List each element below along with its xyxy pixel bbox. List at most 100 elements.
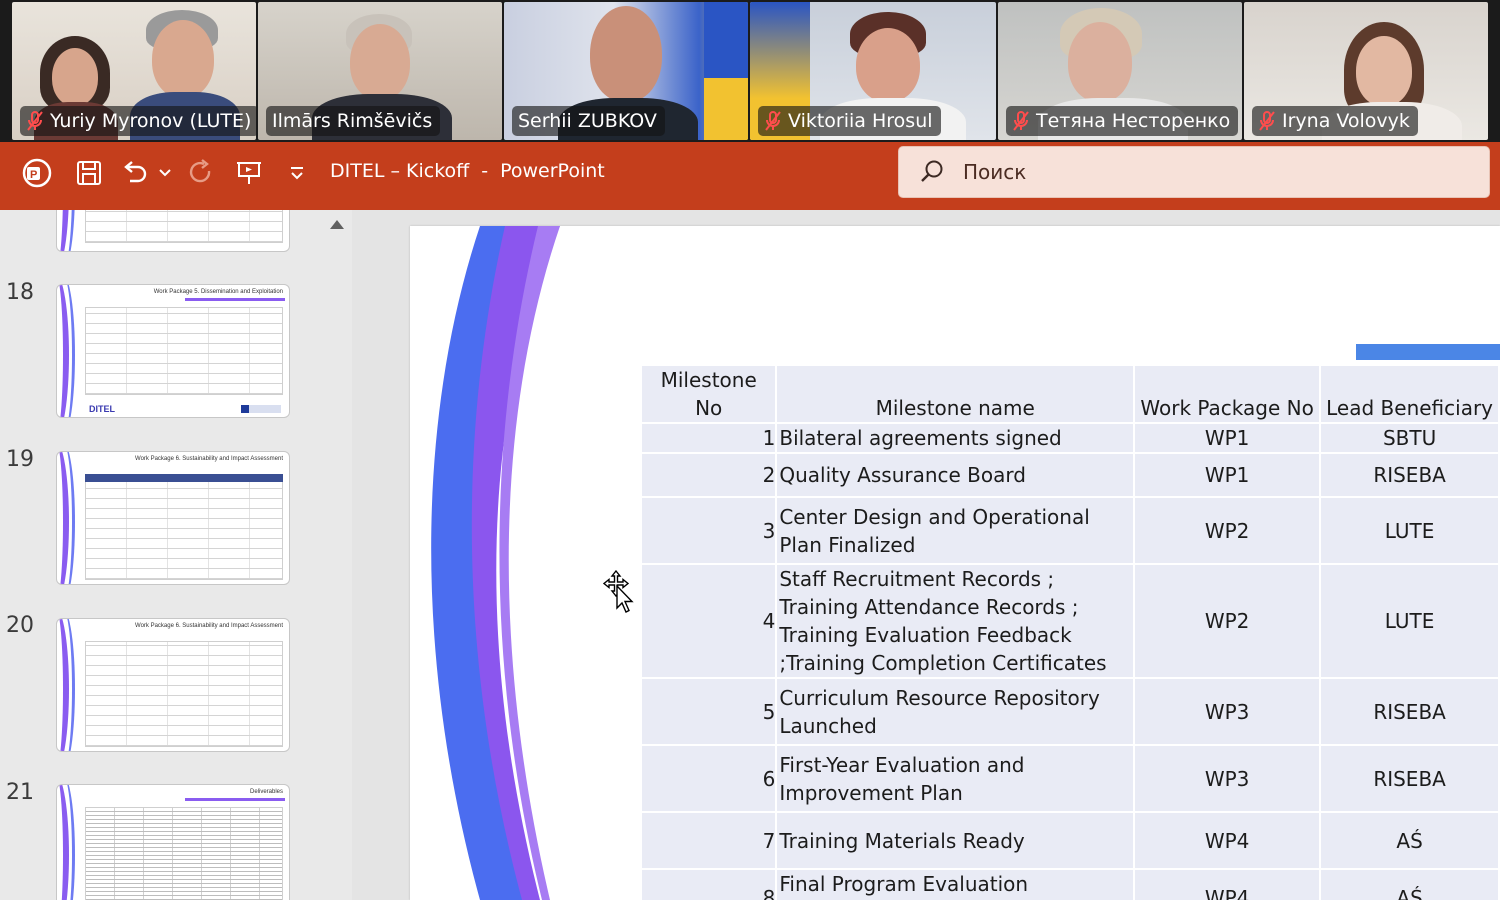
milestone-name[interactable]: Center Design and Operational Plan Final… xyxy=(775,496,1136,565)
lead-beneficiary[interactable]: SBTU xyxy=(1319,422,1500,454)
participant-tile-2[interactable]: Ilmārs Rimšēvičs xyxy=(258,2,502,140)
milestone-no[interactable]: 5 xyxy=(639,677,778,746)
slide-thumbnail-20[interactable]: Work Package 6. Sustainability and Impac… xyxy=(56,618,290,752)
mic-muted-icon xyxy=(26,110,44,132)
lead-beneficiary[interactable]: LUTE xyxy=(1319,496,1500,565)
document-title: DITEL – Kickoff - PowerPoint xyxy=(330,160,617,182)
table-row: 6 First-Year Evaluation and Improvement … xyxy=(639,744,1500,813)
current-slide[interactable]: Milestone No Milestone name Work Package… xyxy=(410,226,1500,900)
milestone-no[interactable]: 8 xyxy=(639,868,778,900)
title-separator: - xyxy=(481,160,489,182)
lead-beneficiary[interactable]: RISEBA xyxy=(1319,677,1500,746)
table-row: 5 Curriculum Resource Repository Launche… xyxy=(639,677,1500,746)
milestone-no[interactable]: 2 xyxy=(639,452,778,498)
slide-thumbnail-21[interactable]: Deliverables xyxy=(56,784,290,900)
undo-icon[interactable] xyxy=(118,156,152,190)
participant-name: Тетяна Несторенко xyxy=(1036,110,1231,132)
table-header: Work Package No xyxy=(1133,364,1322,424)
milestone-name[interactable]: Training Materials Ready xyxy=(775,811,1136,870)
table-row: 7 Training Materials Ready WP4 AŚ xyxy=(639,811,1500,870)
slide-thumbnail-17[interactable] xyxy=(56,210,290,252)
milestone-no[interactable]: 4 xyxy=(639,563,778,679)
redo-icon[interactable] xyxy=(184,156,218,190)
slide-editing-area[interactable]: Milestone No Milestone name Work Package… xyxy=(352,210,1500,900)
milestone-name[interactable]: Final Program Evaluation Completed xyxy=(775,868,1136,900)
participant-name: Ilmārs Rimšēvičs xyxy=(272,110,433,132)
table-header: Milestone No xyxy=(639,364,778,424)
lead-beneficiary[interactable]: RISEBA xyxy=(1319,452,1500,498)
work-package-no[interactable]: WP2 xyxy=(1133,496,1322,565)
eu-cofunded-logo xyxy=(241,405,281,413)
work-package-no[interactable]: WP1 xyxy=(1133,422,1322,454)
table-header: Milestone name xyxy=(775,364,1136,424)
thumbnails-scrollbar[interactable] xyxy=(322,210,352,900)
participant-name-tag: Тетяна Несторенко xyxy=(1006,106,1239,136)
participant-name: Serhii ZUBKOV xyxy=(518,110,657,132)
participant-tile-active-speaker[interactable]: Serhii ZUBKOV xyxy=(504,2,748,140)
move-cursor-icon xyxy=(602,570,634,613)
lead-beneficiary[interactable]: LUTE xyxy=(1319,563,1500,679)
work-package-no[interactable]: WP3 xyxy=(1133,744,1322,813)
milestone-no[interactable]: 7 xyxy=(639,811,778,870)
work-package-no[interactable]: WP2 xyxy=(1133,563,1322,679)
participant-name: Viktoriia Hrosul xyxy=(788,110,933,132)
milestone-no[interactable]: 6 xyxy=(639,744,778,813)
work-package-no[interactable]: WP4 xyxy=(1133,811,1322,870)
table-row: 3 Center Design and Operational Plan Fin… xyxy=(639,496,1500,565)
ditel-logo: DITEL xyxy=(89,404,115,414)
search-icon xyxy=(921,160,943,182)
lead-beneficiary[interactable]: AŚ xyxy=(1319,868,1500,900)
milestone-no[interactable]: 3 xyxy=(639,496,778,565)
search-box[interactable]: Поиск xyxy=(898,146,1490,198)
thumbnail-title: Work Package 6. Sustainability and Impac… xyxy=(135,456,283,462)
customize-toolbar-icon[interactable] xyxy=(280,156,314,190)
app-name: PowerPoint xyxy=(500,160,605,182)
search-placeholder: Поиск xyxy=(963,160,1027,184)
slide-number: 20 xyxy=(6,613,34,638)
thumbnail-title: Work Package 5. Dissemination and Exploi… xyxy=(153,289,283,295)
slide-decorative-swoosh xyxy=(431,226,560,900)
scroll-up-arrow-icon[interactable] xyxy=(330,220,344,229)
table-row: 4 Staff Recruitment Records ; Training A… xyxy=(639,563,1500,679)
milestone-name[interactable]: Curriculum Resource Repository Launched xyxy=(775,677,1136,746)
slide-thumbnails-panel[interactable]: 18 Work Package 5. Dissemination and Exp… xyxy=(0,210,352,900)
lead-beneficiary[interactable]: AŚ xyxy=(1319,811,1500,870)
milestone-name[interactable]: First-Year Evaluation and Improvement Pl… xyxy=(775,744,1136,813)
slide-number: 18 xyxy=(6,280,34,305)
work-package-no[interactable]: WP3 xyxy=(1133,677,1322,746)
participant-name-tag: Ilmārs Rimšēvičs xyxy=(266,106,441,136)
work-package-no[interactable]: WP1 xyxy=(1133,452,1322,498)
thumbnail-title: Deliverables xyxy=(249,789,283,795)
table-header: Lead Beneficiary xyxy=(1319,364,1500,424)
work-package-no[interactable]: WP4 xyxy=(1133,868,1322,900)
participant-tile-6[interactable]: Iryna Volovyk xyxy=(1244,2,1488,140)
svg-text:P: P xyxy=(30,169,37,181)
video-participants-strip: Yuriy Myronov (LUTE) Ilmārs Rimšēvičs Se… xyxy=(0,0,1500,142)
undo-dropdown-chevron-icon[interactable] xyxy=(150,156,180,190)
participant-name: Yuriy Myronov (LUTE) xyxy=(50,110,252,132)
slide-thumbnail-19[interactable]: Work Package 6. Sustainability and Impac… xyxy=(56,451,290,585)
participant-tile-1[interactable]: Yuriy Myronov (LUTE) xyxy=(12,2,256,140)
milestone-name[interactable]: Bilateral agreements signed xyxy=(775,422,1136,454)
participant-name-tag: Viktoriia Hrosul xyxy=(758,106,941,136)
participant-tile-4[interactable]: Viktoriia Hrosul xyxy=(750,2,996,140)
slide-thumbnail-18[interactable]: Work Package 5. Dissemination and Exploi… xyxy=(56,284,290,418)
save-icon[interactable] xyxy=(72,156,106,190)
milestone-name[interactable]: Staff Recruitment Records ; Training Att… xyxy=(775,563,1136,679)
participant-tile-5[interactable]: Тетяна Несторенко xyxy=(998,2,1242,140)
table-row: 8 Final Program Evaluation Completed WP4… xyxy=(639,868,1500,900)
lead-beneficiary[interactable]: RISEBA xyxy=(1319,744,1500,813)
presentation-mode-icon[interactable] xyxy=(232,156,266,190)
participant-name-tag: Yuriy Myronov (LUTE) xyxy=(20,106,256,136)
slide-number: 19 xyxy=(6,447,34,472)
participant-name-tag: Serhii ZUBKOV xyxy=(512,106,665,136)
milestone-name[interactable]: Quality Assurance Board xyxy=(775,452,1136,498)
milestone-no[interactable]: 1 xyxy=(639,422,778,454)
table-row: 1 Bilateral agreements signed WP1 SBTU xyxy=(639,422,1500,454)
slide-accent-bar xyxy=(1356,344,1500,360)
milestones-table[interactable]: Milestone No Milestone name Work Package… xyxy=(639,364,1500,900)
table-row: 2 Quality Assurance Board WP1 RISEBA xyxy=(639,452,1500,498)
mic-muted-icon xyxy=(1012,110,1030,132)
mic-muted-icon xyxy=(1258,110,1276,132)
document-name: DITEL – Kickoff xyxy=(330,160,470,182)
